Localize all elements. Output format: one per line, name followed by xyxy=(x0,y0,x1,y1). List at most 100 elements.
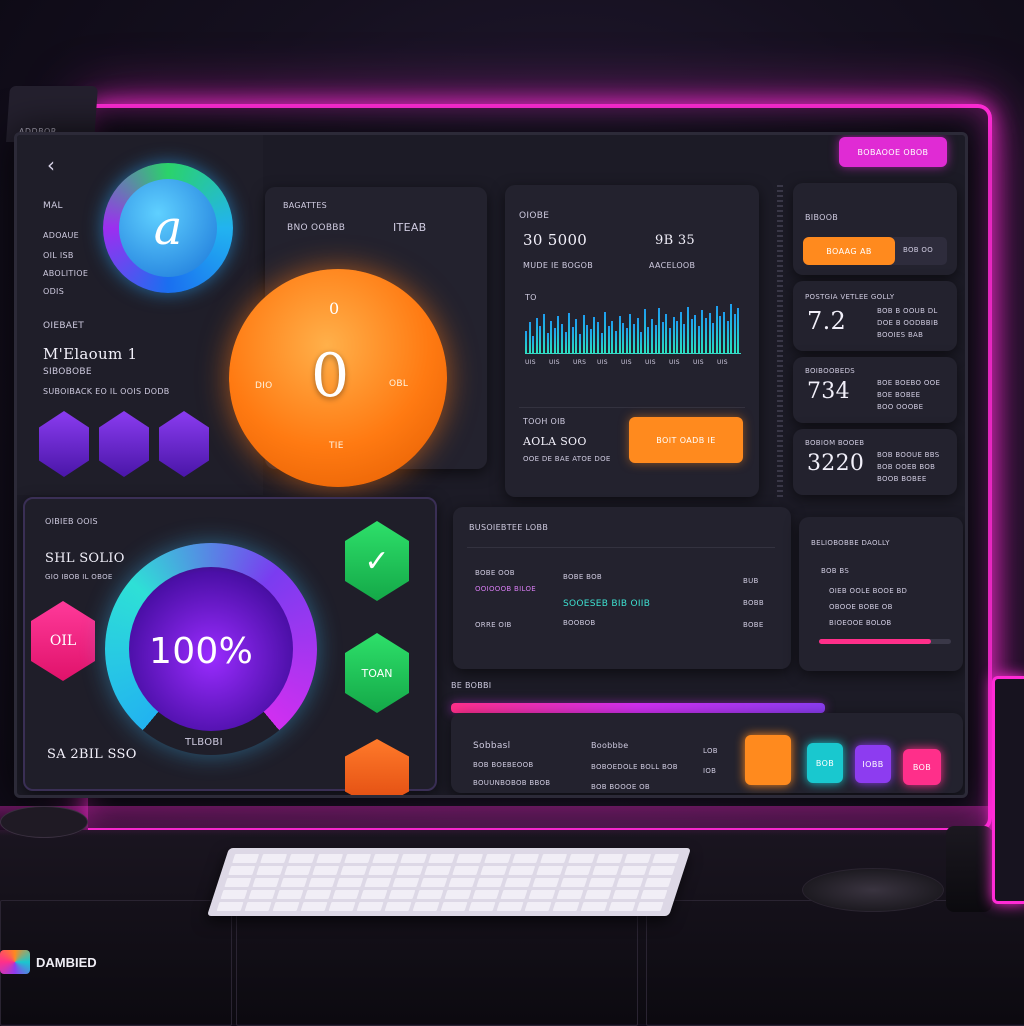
chart-bar xyxy=(679,311,682,353)
search-card: BIBOOB BOAAG AB BOB OO xyxy=(793,183,957,275)
chart-bar xyxy=(676,320,679,353)
stat-card-1-line-1: BOB B OOUB DL xyxy=(877,307,938,315)
nav-item-3[interactable]: OIL ISB xyxy=(43,251,74,260)
keyboard-key xyxy=(540,854,568,863)
chart-x-tick: UIS xyxy=(669,359,680,366)
chart-bar xyxy=(557,316,560,353)
stat-card-3[interactable]: BOBIOM BOOEB 3220 BOB BOOUE BBS BOB OOEB… xyxy=(793,429,957,495)
table-cell-3-3: BOBE xyxy=(743,621,764,629)
tile-2[interactable]: BOB xyxy=(807,743,843,783)
bottom-col2-title: Boobbbe xyxy=(591,741,629,750)
stat-card-1[interactable]: POSTGIA VETLEE GOLLY 7.2 BOB B OOUB DL D… xyxy=(793,281,957,351)
tile-4[interactable]: BOB xyxy=(903,749,941,785)
chart-bar xyxy=(723,311,725,353)
chart-bar xyxy=(640,331,643,353)
bottom-gradient-bar xyxy=(451,703,825,713)
app-logo-icon[interactable]: a xyxy=(103,163,233,293)
keyboard-key xyxy=(220,890,248,899)
chart-bar xyxy=(726,320,729,353)
chart-panel-label: OIOBE xyxy=(519,211,550,221)
hex-badge[interactable]: OIL xyxy=(31,601,95,681)
keyboard-key xyxy=(228,866,256,875)
tile-3[interactable]: IOBB xyxy=(855,745,891,783)
mini-panel: BELIOBOBBE DAOLLY BOB BS OIEB OOLE BOOE … xyxy=(799,517,963,671)
mini-progress-track xyxy=(819,639,951,644)
stat-card-2-title: BOIBOOBEDS xyxy=(805,367,856,375)
chart-bar xyxy=(708,312,711,353)
search-input[interactable]: BOAAG AB BOB OO xyxy=(803,237,947,265)
table-cell-3-1: ORRE OIB xyxy=(475,621,512,629)
chart-panel: OIOBE 30 5000 MUDE IE BOGOB 9B 35 AACELO… xyxy=(505,185,759,497)
table-cell-2-1: OOIOOOB BILOE xyxy=(475,585,536,593)
keyboard-key xyxy=(652,854,680,863)
chart-bar xyxy=(575,319,578,353)
chart-bar xyxy=(561,323,563,353)
table-cell-2-3: BOBB xyxy=(743,599,764,607)
nav-item-1[interactable]: MAL xyxy=(43,201,63,211)
nav-item-4[interactable]: ABOLITIOE xyxy=(43,269,88,278)
shield-icon[interactable] xyxy=(39,411,89,477)
back-chevron-icon[interactable]: ‹ xyxy=(47,153,55,177)
keyboard xyxy=(206,848,692,916)
keyboard-key xyxy=(284,866,312,875)
dial-top-marker: 0 xyxy=(329,299,340,318)
keyboard-key xyxy=(304,890,332,899)
stat-card-2-line-2: BOE BOBEE xyxy=(877,391,921,399)
chart-value-2: 9B 35 xyxy=(655,233,695,248)
dashboard-screen: ‹ MAL ADOAUE OIL ISB ABOLITIOE ODIS a OI… xyxy=(14,132,968,798)
section-subtitle: SIBOBOBE xyxy=(43,367,92,377)
table-cell-1-1: BOBE OOB xyxy=(475,569,515,577)
bottom-col1-title: Sobbasl xyxy=(473,741,511,751)
bottom-col3-line1: IOB xyxy=(703,767,717,775)
chart-bar xyxy=(733,313,736,353)
mini-line-3: OBOOE BOBE OB xyxy=(829,603,893,611)
keyboard-key xyxy=(564,866,592,875)
tile-1[interactable] xyxy=(745,735,791,785)
keyboard-key xyxy=(232,854,260,863)
bottom-col2-line1: BOBOEDOLE BOLL BOB xyxy=(591,763,678,771)
nav-item-2[interactable]: ADOAUE xyxy=(43,231,79,240)
chart-bar xyxy=(625,328,628,353)
brand-watermark: DAMBIED xyxy=(0,950,97,974)
keyboard-key xyxy=(536,866,564,875)
keyboard-key xyxy=(216,902,244,911)
nav-item-5[interactable]: ODIS xyxy=(43,287,64,296)
chart-x-tick: UIS xyxy=(525,359,536,366)
scrollbar[interactable] xyxy=(777,185,783,497)
orange-dial[interactable]: 0 DIO OBL 0 TIE xyxy=(229,269,447,487)
stat-card-2[interactable]: BOIBOOBEDS 734 BOE BOEBO OOE BOE BOBEE B… xyxy=(793,357,957,423)
keyboard-key xyxy=(524,902,552,911)
keyboard-key xyxy=(440,902,468,911)
chart-action-button[interactable]: BOIT OADB IE xyxy=(629,417,743,463)
keyboard-key xyxy=(340,866,368,875)
section-caption: SUBOIBACK EO IL OOIS DODB xyxy=(43,387,170,396)
check-icon[interactable]: ✓ xyxy=(345,521,409,601)
keyboard-key xyxy=(368,866,396,875)
keyboard-key xyxy=(640,890,668,899)
chart-bar xyxy=(672,317,675,353)
keyboard-key xyxy=(592,866,620,875)
keyboard-key xyxy=(260,854,288,863)
keyboard-key xyxy=(556,890,584,899)
neon-reflection xyxy=(0,806,1024,836)
top-right-button[interactable]: BOBAOOE OBOB xyxy=(839,137,947,167)
shield-icon[interactable] xyxy=(159,411,209,477)
keyboard-key xyxy=(280,878,308,887)
gauge-bottom-left: SA 2BIL SSO xyxy=(47,747,137,762)
keyboard-key xyxy=(396,866,424,875)
chart-bar xyxy=(615,330,617,353)
chart-bar xyxy=(705,318,707,353)
brand-text: DAMBIED xyxy=(36,954,97,970)
shield-icon[interactable] xyxy=(99,411,149,477)
search-button[interactable]: BOAAG AB xyxy=(803,237,895,265)
side-icon[interactable]: TOAN xyxy=(345,633,409,713)
chart-bar xyxy=(586,325,589,353)
speaker xyxy=(946,826,992,912)
keyboard-key xyxy=(476,878,504,887)
arrow-icon[interactable] xyxy=(345,739,409,795)
chart-bar xyxy=(546,333,549,353)
chart-bar xyxy=(665,313,668,353)
keyboard-key xyxy=(504,878,532,887)
keyboard-key xyxy=(612,890,640,899)
keyboard-key xyxy=(608,902,636,911)
